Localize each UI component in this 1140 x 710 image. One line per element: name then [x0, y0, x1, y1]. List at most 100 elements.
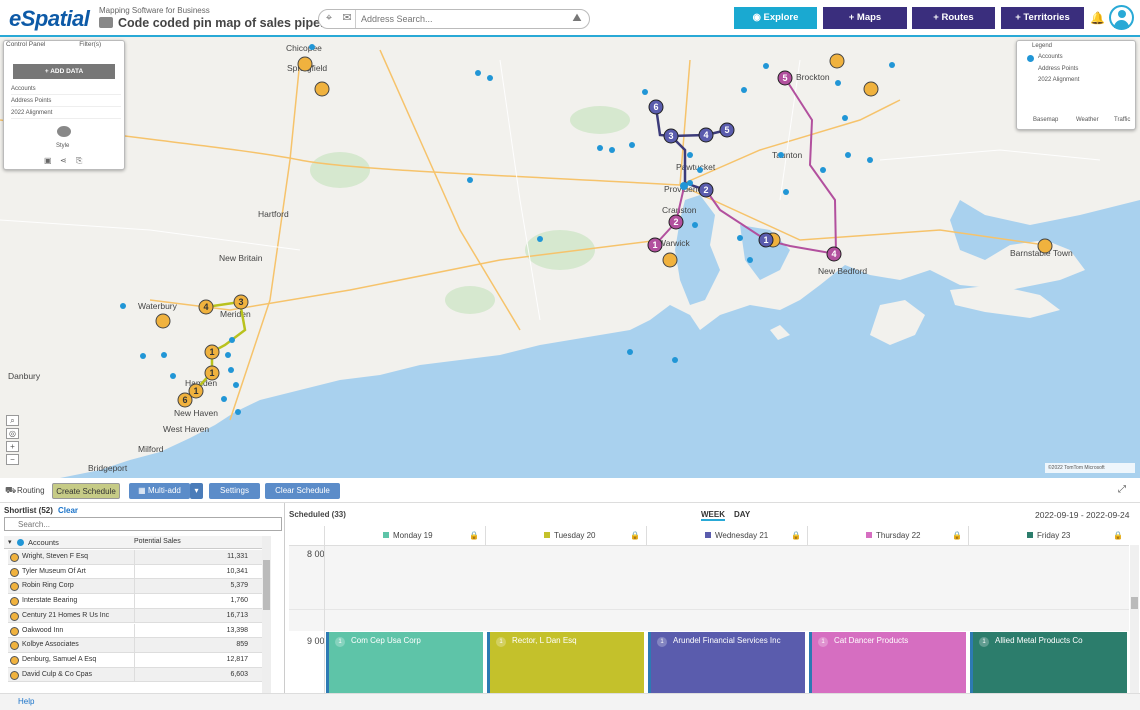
- zoom-out-button[interactable]: −: [6, 454, 19, 465]
- date-range: 2022-09-19 - 2022-09-24: [1035, 510, 1130, 520]
- basemap-button[interactable]: Basemap: [1033, 117, 1058, 123]
- event-thursday[interactable]: 1 Cat Dancer Products: [809, 632, 966, 693]
- svg-text:4: 4: [703, 130, 708, 140]
- table-row[interactable]: Wright, Steven F Esq 11,331: [8, 550, 270, 565]
- zoom-in-button[interactable]: +: [6, 441, 19, 452]
- bell-icon[interactable]: 🔔: [1090, 11, 1105, 25]
- lock-icon[interactable]: 🔒: [469, 526, 479, 545]
- pin-search-icon[interactable]: ⌖: [322, 11, 336, 25]
- tab-filters[interactable]: Filter(s): [79, 41, 101, 48]
- account-marker-icon: [10, 626, 19, 636]
- shortlist-clear-link[interactable]: Clear: [58, 506, 78, 515]
- event-wednesday[interactable]: 1 Arundel Financial Services Inc: [648, 632, 805, 693]
- event-friday[interactable]: 1 Allied Metal Products Co: [970, 632, 1127, 693]
- svg-text:5: 5: [782, 73, 787, 83]
- svg-text:2: 2: [673, 217, 678, 227]
- col-potential-sales[interactable]: Potential Sales: [134, 538, 181, 545]
- expand-icon[interactable]: ⤢: [1118, 484, 1126, 495]
- day-tab[interactable]: DAY: [734, 510, 750, 519]
- address-search-input[interactable]: [355, 10, 568, 28]
- table-row[interactable]: David Culp & Co Cpas 6,603: [8, 667, 270, 683]
- day-header-monday[interactable]: Monday 19 🔒: [324, 526, 485, 545]
- save-icon[interactable]: ▣: [44, 156, 52, 165]
- table-row[interactable]: Century 21 Homes R Us Inc 16,713: [8, 608, 270, 624]
- collapse-icon[interactable]: ▾: [8, 538, 12, 546]
- shortlist-search-input[interactable]: [4, 517, 282, 531]
- multi-add-dropdown-icon[interactable]: ▾: [190, 483, 203, 499]
- account-marker-icon: [10, 655, 19, 665]
- table-row[interactable]: Kolbye Associates 859: [8, 638, 270, 653]
- clear-schedule-button[interactable]: Clear Schedule: [265, 483, 340, 499]
- day-header-friday[interactable]: Friday 23 🔒: [968, 526, 1129, 545]
- palette-icon[interactable]: [57, 126, 71, 137]
- event-number: 1: [657, 637, 667, 647]
- lock-icon[interactable]: 🔒: [952, 526, 962, 545]
- espatial-logo[interactable]: eSpatial: [9, 6, 90, 32]
- day-label: Tuesday 20: [554, 531, 596, 540]
- settings-button[interactable]: Settings: [209, 483, 260, 499]
- col-accounts[interactable]: Accounts: [28, 538, 59, 547]
- day-color-swatch: [866, 532, 872, 538]
- potential-sales: 5,379: [134, 579, 250, 594]
- event-tuesday[interactable]: 1 Rector, L Dan Esq: [487, 632, 644, 693]
- lock-icon[interactable]: 🔒: [630, 526, 640, 545]
- maps-button[interactable]: + Maps: [823, 7, 907, 29]
- week-tab[interactable]: WEEK: [701, 510, 725, 521]
- event-label: Rector, L Dan Esq: [512, 636, 577, 645]
- legend-item-2022-alignment[interactable]: 2022 Alignment: [1038, 77, 1079, 83]
- traffic-button[interactable]: Traffic: [1114, 117, 1130, 123]
- table-row[interactable]: Interstate Bearing 1,760: [8, 594, 270, 609]
- event-monday[interactable]: 1 Com Cep Usa Corp: [326, 632, 483, 693]
- day-header-tuesday[interactable]: Tuesday 20 🔒: [485, 526, 646, 545]
- day-header-thursday[interactable]: Thursday 22 🔒: [807, 526, 968, 545]
- routes-button[interactable]: + Routes: [912, 7, 995, 29]
- territories-button[interactable]: + Territories: [1001, 7, 1084, 29]
- explore-button[interactable]: ◉ Explore: [734, 7, 817, 29]
- table-row[interactable]: Oakwood Inn 13,398: [8, 623, 270, 639]
- share-icon[interactable]: ⋖: [60, 156, 67, 165]
- shortlist-scrollbar[interactable]: [262, 536, 271, 693]
- potential-sales: 1,760: [134, 594, 250, 609]
- weather-button[interactable]: Weather: [1076, 117, 1099, 123]
- time-label-9: 9 00: [307, 636, 325, 646]
- calendar-scrollbar[interactable]: [1130, 545, 1139, 693]
- create-schedule-button[interactable]: Create Schedule: [52, 483, 120, 499]
- day-header-wednesday[interactable]: Wednesday 21 🔒: [646, 526, 807, 545]
- city-label-new-haven: New Haven: [174, 408, 218, 418]
- help-link[interactable]: Help: [18, 697, 34, 706]
- half-hour-line: [289, 609, 1129, 610]
- layer-accounts[interactable]: Accounts: [11, 84, 121, 95]
- scrollbar-thumb[interactable]: [1131, 597, 1138, 609]
- event-number: 1: [335, 637, 345, 647]
- scrollbar-thumb[interactable]: [263, 560, 270, 610]
- layer-2022-alignment[interactable]: 2022 Alignment: [11, 108, 121, 119]
- export-icon[interactable]: ⎘: [76, 156, 82, 166]
- map-canvas[interactable]: Chicopee Springfield Hartford New Britai…: [0, 37, 1140, 478]
- locate-icon[interactable]: ◎: [6, 428, 19, 439]
- lock-icon[interactable]: 🔒: [791, 526, 801, 545]
- svg-text:1: 1: [763, 235, 768, 245]
- account-name: Tyler Museum Of Art: [22, 567, 86, 575]
- map-title[interactable]: Code coded pin map of sales pipel...: [118, 16, 334, 30]
- multi-add-button[interactable]: ▦ Multi-add: [129, 483, 190, 499]
- account-marker-icon: [10, 611, 19, 621]
- time-slot-8[interactable]: [289, 545, 1129, 631]
- table-row[interactable]: Tyler Museum Of Art 10,341: [8, 564, 270, 580]
- event-label: Com Cep Usa Corp: [351, 636, 421, 645]
- map-copyright: ©2022 TomTom Microsoft: [1045, 463, 1135, 473]
- legend-item-address-points[interactable]: Address Points: [1038, 66, 1078, 72]
- tab-control-panel[interactable]: Control Panel: [6, 41, 45, 48]
- route-search-icon[interactable]: ⛰: [570, 11, 584, 25]
- zoom-search-icon[interactable]: ⌕: [6, 415, 19, 426]
- table-row[interactable]: Robin Ring Corp 5,379: [8, 579, 270, 595]
- table-row[interactable]: Denburg, Samuel A Esq 12,817: [8, 652, 270, 668]
- account-name: Century 21 Homes R Us Inc: [22, 611, 110, 619]
- legend-item-accounts[interactable]: Accounts: [1038, 54, 1063, 60]
- lock-icon[interactable]: 🔒: [1113, 526, 1123, 545]
- city-label-milford: Milford: [138, 444, 164, 454]
- layer-address-points[interactable]: Address Points: [11, 96, 121, 107]
- avatar[interactable]: [1109, 5, 1134, 30]
- add-data-button[interactable]: + ADD DATA: [13, 64, 115, 79]
- legend-title: Legend: [1032, 43, 1053, 49]
- comment-icon[interactable]: ✉: [340, 11, 354, 25]
